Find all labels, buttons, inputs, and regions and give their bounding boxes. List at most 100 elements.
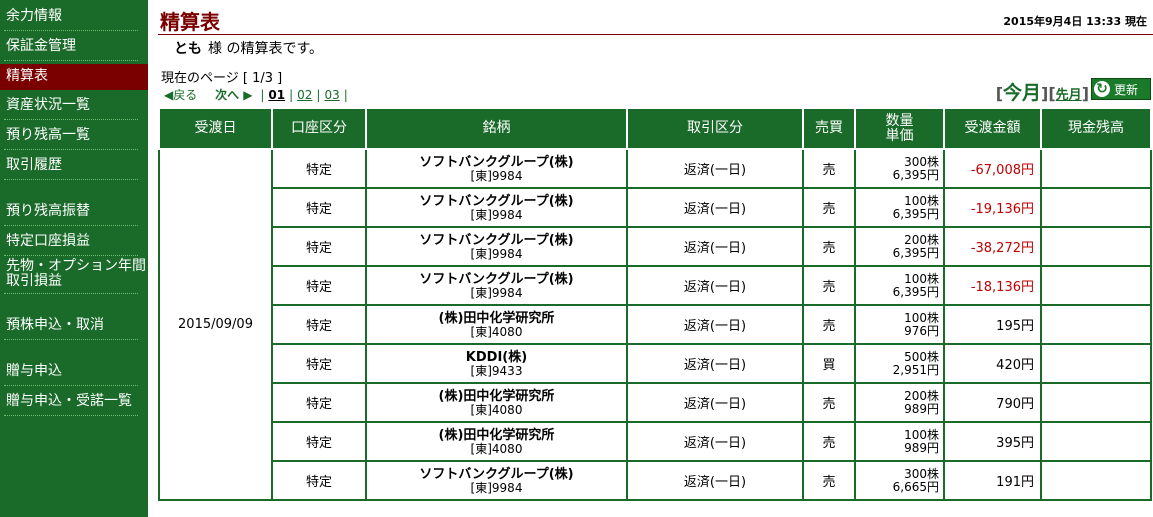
cash-balance-cell xyxy=(1040,382,1152,423)
side-cell: 売 xyxy=(802,382,856,423)
pager-separator: | xyxy=(289,88,294,102)
quantity: 100株 xyxy=(904,271,939,286)
account-cell: 特定 xyxy=(271,265,367,306)
refresh-button[interactable]: ↻ 更新 xyxy=(1091,78,1151,100)
unit-price: 989円 xyxy=(904,401,939,416)
unit-price: 6,395円 xyxy=(892,284,939,299)
pager-separator: | xyxy=(316,88,321,102)
account-cell: 特定 xyxy=(271,304,367,345)
pager-separator: | xyxy=(343,88,348,102)
side-cell: 売 xyxy=(802,148,856,189)
settlement-table: 受渡日 口座区分 銘柄 取引区分 売買 数量 単価 受渡金額 現金残高 2015/… xyxy=(158,107,1152,501)
quantity: 100株 xyxy=(904,427,939,442)
table-body: 2015/09/09 特定 ソフトバンクグループ(株) [東]9984 返済(一日) 売 3… xyxy=(158,148,1152,501)
quantity: 200株 xyxy=(904,388,939,403)
cash-balance-cell xyxy=(1040,460,1152,501)
page-info: 現在のページ [ 1/3 ] xyxy=(161,71,283,86)
unit-price: 6,395円 xyxy=(892,206,939,221)
month-nav: [今月][先月] xyxy=(996,78,1089,105)
col-header-amount: 受渡金額 xyxy=(943,107,1042,150)
amount-cell: -19,136円 xyxy=(943,187,1042,228)
sidebar-divider xyxy=(4,119,138,120)
security-code: [東]4080 xyxy=(470,402,523,417)
security-code: [東]4080 xyxy=(470,441,523,456)
security-code: [東]9984 xyxy=(470,207,523,222)
sidebar-item-zoyo[interactable]: 贈与申込 xyxy=(0,363,148,379)
account-cell: 特定 xyxy=(271,226,367,267)
previous-month-link[interactable]: 先月 xyxy=(1056,88,1082,103)
security-code: [東]9984 xyxy=(470,168,523,183)
security-cell: ソフトバンクグループ(株) [東]9984 xyxy=(365,148,628,189)
table-row: 特定 ソフトバンクグループ(株) [東]9984 返済(一日) 売 200株 6,395円 -… xyxy=(159,226,1152,267)
greeting: とも様 の精算表です。 xyxy=(174,38,323,58)
sidebar-item-hoshokin[interactable]: 保証金管理 xyxy=(0,38,148,54)
next-page-link[interactable]: 次へ ▶ xyxy=(215,86,252,103)
security-cell: ソフトバンクグループ(株) [東]9984 xyxy=(365,226,628,267)
security-name: (株)田中化学研究所 xyxy=(438,427,555,443)
qty-price-cell: 100株 6,395円 xyxy=(854,265,945,306)
security-cell: (株)田中化学研究所 [東]4080 xyxy=(365,421,628,462)
sidebar-item-sakimono[interactable]: 先物・オプション年間 取引損益 xyxy=(0,259,148,289)
trade-type-cell: 返済(一日) xyxy=(626,187,804,228)
quantity: 300株 xyxy=(904,466,939,481)
security-code: [東]9984 xyxy=(470,285,523,300)
sidebar-item-furikae[interactable]: 預り残高振替 xyxy=(0,203,148,219)
account-cell: 特定 xyxy=(271,148,367,189)
current-month-label: 今月 xyxy=(1003,82,1042,104)
qty-price-cell: 200株 989円 xyxy=(854,382,945,423)
qty-price-cell: 100株 6,395円 xyxy=(854,187,945,228)
sidebar: 余力情報 保証金管理 精算表 資産状況一覧 預り残高一覧 取引履歴 預り残高振替… xyxy=(0,0,148,517)
cash-balance-cell xyxy=(1040,148,1152,189)
security-cell: KDDI(株) [東]9433 xyxy=(365,343,628,384)
col-header-account: 口座区分 xyxy=(271,107,367,150)
side-cell: 売 xyxy=(802,421,856,462)
amount-cell: -38,272円 xyxy=(943,226,1042,267)
table-row: 特定 ソフトバンクグループ(株) [東]9984 返済(一日) 売 300株 6,665円 1… xyxy=(159,460,1152,501)
account-cell: 特定 xyxy=(271,343,367,384)
sidebar-item-azukabu[interactable]: 預株申込・取消 xyxy=(0,317,148,333)
trade-type-cell: 返済(一日) xyxy=(626,343,804,384)
sidebar-item-yoryoku[interactable]: 余力情報 xyxy=(0,8,148,24)
bracket: ] xyxy=(1081,84,1089,103)
sidebar-item-zoyo-list[interactable]: 贈与申込・受諾一覧 xyxy=(0,393,148,409)
cash-balance-cell xyxy=(1040,304,1152,345)
quantity: 100株 xyxy=(904,193,939,208)
trade-type-cell: 返済(一日) xyxy=(626,460,804,501)
security-name: (株)田中化学研究所 xyxy=(438,310,555,326)
col-header-cash: 現金残高 xyxy=(1040,107,1152,150)
sidebar-item-tokutei[interactable]: 特定口座損益 xyxy=(0,233,148,249)
table-row: 特定 ソフトバンクグループ(株) [東]9984 返済(一日) 売 100株 6,395円 -… xyxy=(159,187,1152,228)
page-link-2[interactable]: 02 xyxy=(297,88,312,102)
side-cell: 売 xyxy=(802,265,856,306)
prev-page-link[interactable]: ◀戻る xyxy=(164,86,197,103)
sidebar-divider xyxy=(4,339,138,340)
user-name: とも xyxy=(174,41,202,57)
bracket: ][ xyxy=(1041,84,1056,103)
security-code: [東]4080 xyxy=(470,324,523,339)
amount-cell: 191円 xyxy=(943,460,1042,501)
page-link-3[interactable]: 03 xyxy=(324,88,339,102)
page-link-1[interactable]: 01 xyxy=(268,88,285,102)
sidebar-item-seisanhyo[interactable]: 精算表 xyxy=(0,64,148,90)
quantity: 100株 xyxy=(904,310,939,325)
sidebar-item-rireki[interactable]: 取引履歴 xyxy=(0,157,148,173)
quantity: 500株 xyxy=(904,349,939,364)
table-row: 特定 (株)田中化学研究所 [東]4080 返済(一日) 売 100株 989円 395円 xyxy=(159,421,1152,462)
side-cell: 買 xyxy=(802,343,856,384)
security-code: [東]9433 xyxy=(470,363,523,378)
table-row: 特定 (株)田中化学研究所 [東]4080 返済(一日) 売 100株 976円 195円 xyxy=(159,304,1152,345)
sidebar-item-shisan[interactable]: 資産状況一覧 xyxy=(0,97,148,113)
sidebar-divider xyxy=(4,149,138,150)
side-cell: 売 xyxy=(802,226,856,267)
col-header-security: 銘柄 xyxy=(365,107,628,150)
sidebar-item-azukari[interactable]: 預り残高一覧 xyxy=(0,127,148,143)
trade-type-cell: 返済(一日) xyxy=(626,382,804,423)
security-cell: ソフトバンクグループ(株) [東]9984 xyxy=(365,265,628,306)
cash-balance-cell xyxy=(1040,226,1152,267)
pager: ◀戻る 次へ ▶ | 01 | 02 | 03 | xyxy=(164,86,352,103)
table-row: 2015/09/09 特定 ソフトバンクグループ(株) [東]9984 返済(一日) 売 3… xyxy=(158,148,1152,501)
sidebar-divider xyxy=(4,30,138,31)
sidebar-divider xyxy=(4,415,138,416)
timestamp: 2015年9月4日 13:33 現在 xyxy=(1003,15,1147,28)
trade-type-cell: 返済(一日) xyxy=(626,304,804,345)
